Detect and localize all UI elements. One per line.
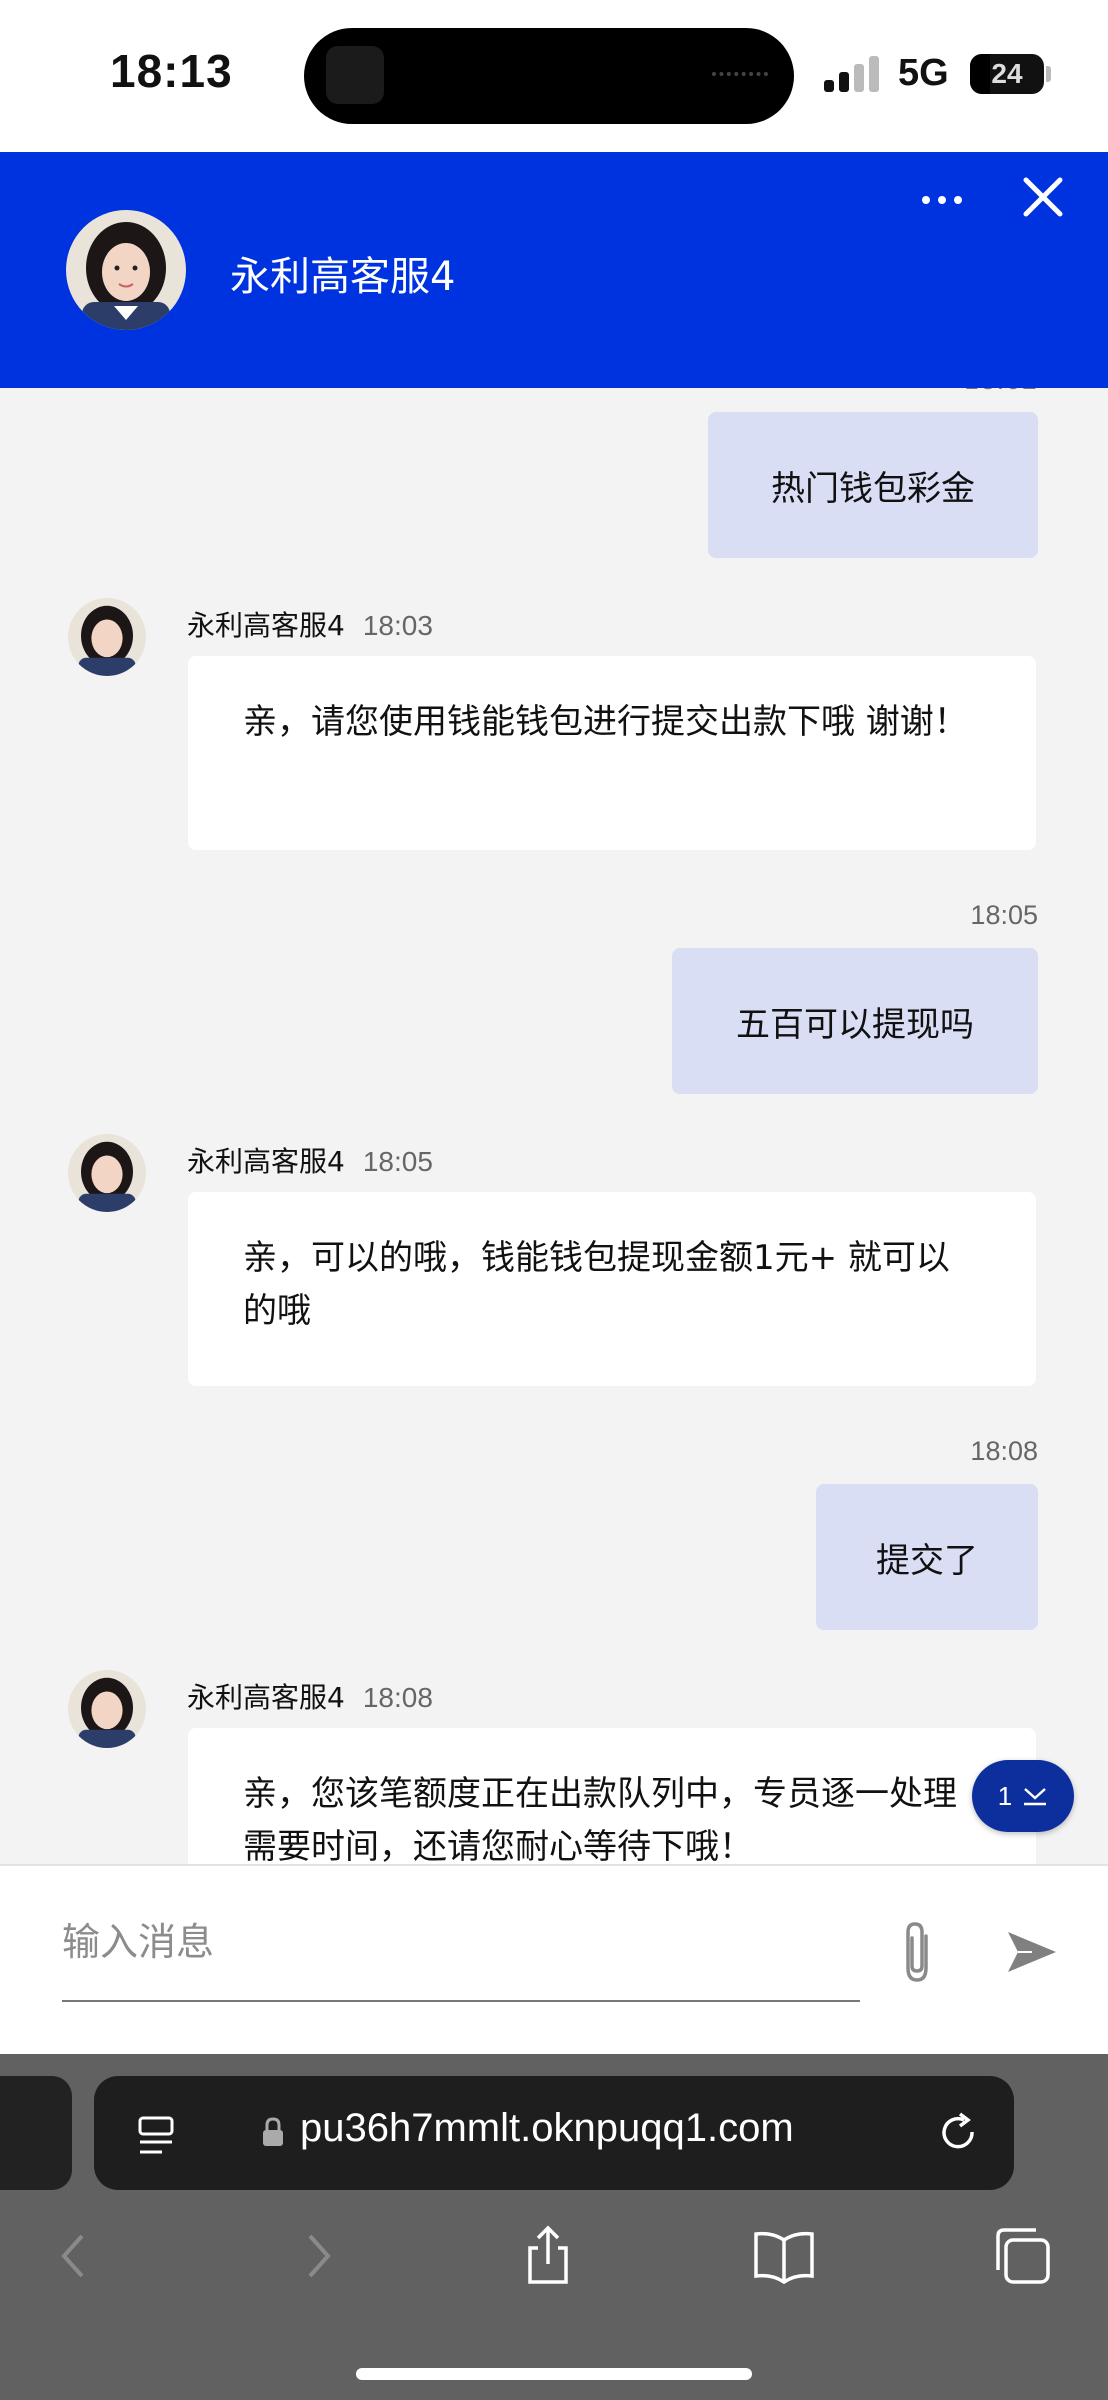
message-timestamp: 18:02	[963, 388, 1038, 396]
outgoing-message: 五百可以提现吗	[672, 948, 1038, 1094]
message-time: 18:03	[362, 610, 433, 641]
status-time: 18:13	[110, 45, 233, 97]
status-bar: 18:13 5G 24	[0, 0, 1108, 152]
tabs-icon[interactable]	[990, 2224, 1054, 2288]
sender-line: 永利高客服4 18:03	[187, 604, 433, 644]
address-bar[interactable]: pu36h7mmlt.oknpuqq1.com	[94, 2076, 1014, 2190]
lock-icon	[262, 2116, 284, 2148]
message-input[interactable]	[62, 1916, 860, 1968]
message-time: 18:08	[362, 1682, 433, 1713]
battery-icon: 24	[970, 54, 1044, 94]
battery-cap	[1046, 66, 1051, 82]
sender-line: 永利高客服4 18:05	[187, 1140, 433, 1180]
message-time: 18:05	[362, 1146, 433, 1177]
back-icon[interactable]	[44, 2224, 108, 2288]
chat-header: 永利高客服4	[0, 152, 1108, 388]
agent-avatar[interactable]	[66, 210, 186, 330]
agent-avatar-small[interactable]	[68, 1134, 146, 1212]
incoming-message: 亲，请您使用钱能钱包进行提交出款下哦 谢谢！	[188, 656, 1036, 850]
reload-icon[interactable]	[936, 2110, 982, 2156]
message-time: 18:05	[970, 900, 1038, 930]
browser-chrome: pu36h7mmlt.oknpuqq1.com	[0, 2054, 1108, 2400]
message-time: 18:08	[970, 1436, 1038, 1466]
island-dots	[712, 72, 768, 80]
bookmarks-icon[interactable]	[752, 2224, 816, 2288]
battery-level: 24	[991, 58, 1023, 89]
sender-name: 永利高客服4	[187, 1681, 345, 1714]
home-indicator	[356, 2368, 752, 2380]
previous-tab-peek[interactable]	[0, 2076, 72, 2190]
more-dots-icon[interactable]	[912, 180, 972, 220]
sender-name: 永利高客服4	[187, 609, 345, 642]
close-icon[interactable]	[1018, 172, 1068, 222]
network-label: 5G	[898, 52, 949, 94]
message-list[interactable]: 18:02 热门钱包彩金 永利高客服4 18:03 亲，请您使用钱能钱包进行提交出…	[0, 388, 1108, 1864]
forward-icon[interactable]	[284, 2224, 348, 2288]
send-icon[interactable]	[1002, 1922, 1062, 1982]
url-text: pu36h7mmlt.oknpuqq1.com	[300, 2106, 794, 2150]
dynamic-island	[304, 28, 794, 124]
input-underline	[62, 2000, 860, 2002]
reader-icon[interactable]	[136, 2114, 176, 2158]
composer	[0, 1864, 1108, 2056]
share-icon[interactable]	[516, 2224, 580, 2288]
chat-title: 永利高客服4	[230, 254, 456, 300]
camera-icon	[326, 46, 384, 104]
agent-avatar-small[interactable]	[68, 598, 146, 676]
paperclip-icon[interactable]	[890, 1918, 944, 1988]
incoming-message: 亲，可以的哦，钱能钱包提现金额1元+ 就可以的哦	[188, 1192, 1036, 1386]
signal-icon	[824, 56, 882, 92]
incoming-message: 亲，您该笔额度正在出款队列中，专员逐一处理需要时间，还请您耐心等待下哦！	[188, 1728, 1036, 1864]
sender-name: 永利高客服4	[187, 1145, 345, 1178]
unread-count: 1	[997, 1780, 1013, 1811]
outgoing-message: 热门钱包彩金	[708, 412, 1038, 558]
scroll-to-bottom-button[interactable]: 1	[972, 1760, 1074, 1832]
agent-avatar-small[interactable]	[68, 1670, 146, 1748]
chevron-down-icon	[1024, 1788, 1047, 1806]
sender-line: 永利高客服4 18:08	[187, 1676, 433, 1716]
outgoing-message: 提交了	[816, 1484, 1038, 1630]
